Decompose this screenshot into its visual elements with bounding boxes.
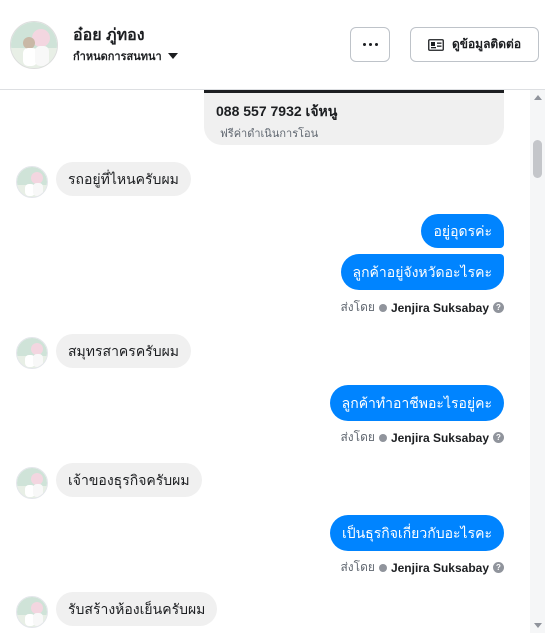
- outgoing-message[interactable]: อยู่อุดรค่ะ: [421, 214, 504, 248]
- verified-icon: [378, 433, 387, 442]
- outgoing-message[interactable]: เป็นธุรกิจเกี่ยวกับอะไรคะ: [329, 515, 504, 551]
- incoming-message[interactable]: เจ้าของธุรกิจครับผม: [56, 463, 202, 497]
- contact-avatar-small[interactable]: [16, 467, 48, 499]
- incoming-message[interactable]: รถอยู่ที่ไหนครับผม: [56, 162, 191, 196]
- id-card-icon: [428, 38, 444, 51]
- scroll-down-arrow-icon[interactable]: [534, 623, 542, 628]
- sent-by-prefix: ส่งโดย: [340, 560, 375, 574]
- more-dots-icon: [362, 43, 378, 46]
- help-icon[interactable]: ?: [493, 562, 504, 573]
- conversation-header: อ๋อย ภู่ทอง กำหนดการสนทนา ดูข้อมูลติดต่อ: [0, 0, 545, 90]
- assign-conversation-dropdown[interactable]: กำหนดการสนทนา: [73, 47, 178, 65]
- outgoing-message[interactable]: ลูกค้าทำอาชีพอะไรอยู่คะ: [329, 385, 504, 421]
- sent-by-prefix: ส่งโดย: [340, 430, 375, 444]
- contact-avatar[interactable]: [10, 21, 58, 69]
- assign-label: กำหนดการสนทนา: [73, 51, 162, 63]
- contact-name: อ๋อย ภู่ทอง: [73, 27, 145, 44]
- verified-icon: [378, 303, 387, 312]
- verified-icon: [378, 563, 387, 572]
- sent-by-prefix: ส่งโดย: [340, 300, 375, 314]
- attachment-title: 088 557 7932 เจ้หนู: [216, 103, 338, 119]
- caret-down-icon: [167, 53, 178, 59]
- contact-avatar-small[interactable]: [16, 596, 48, 628]
- incoming-message[interactable]: สมุทรสาครครับผม: [56, 334, 192, 368]
- scrollbar-thumb[interactable]: [533, 140, 542, 178]
- sent-by-agent[interactable]: Jenjira Suksabay: [391, 431, 489, 445]
- view-contact-info-label: ดูข้อมูลติดต่อ: [451, 37, 522, 51]
- sent-by-row: ส่งโดย Jenjira Suksabay ?: [340, 558, 504, 577]
- contact-avatar-small[interactable]: [16, 166, 48, 198]
- sent-by-agent[interactable]: Jenjira Suksabay: [391, 561, 489, 575]
- outgoing-message[interactable]: ลูกค้าอยู่จังหวัดอะไรคะ: [340, 254, 504, 290]
- sent-by-row: ส่งโดย Jenjira Suksabay ?: [340, 298, 504, 317]
- message-thread[interactable]: 088 557 7932 เจ้หนู ฟรีค่าดำเนินการโอน ร…: [0, 90, 545, 633]
- sent-by-agent[interactable]: Jenjira Suksabay: [391, 301, 489, 315]
- scroll-up-arrow-icon[interactable]: [534, 95, 542, 100]
- attachment-subtitle: ฟรีค่าดำเนินการโอน: [220, 128, 319, 140]
- help-icon[interactable]: ?: [493, 432, 504, 443]
- attachment-card[interactable]: 088 557 7932 เจ้หนู ฟรีค่าดำเนินการโอน: [204, 90, 504, 145]
- sent-by-row: ส่งโดย Jenjira Suksabay ?: [340, 428, 504, 447]
- view-contact-info-button[interactable]: ดูข้อมูลติดต่อ: [410, 27, 539, 62]
- contact-avatar-small[interactable]: [16, 337, 48, 369]
- incoming-message[interactable]: รับสร้างห้องเย็นครับผม: [56, 592, 218, 626]
- scrollbar[interactable]: [530, 90, 545, 633]
- more-options-button[interactable]: [350, 27, 390, 62]
- help-icon[interactable]: ?: [493, 302, 504, 313]
